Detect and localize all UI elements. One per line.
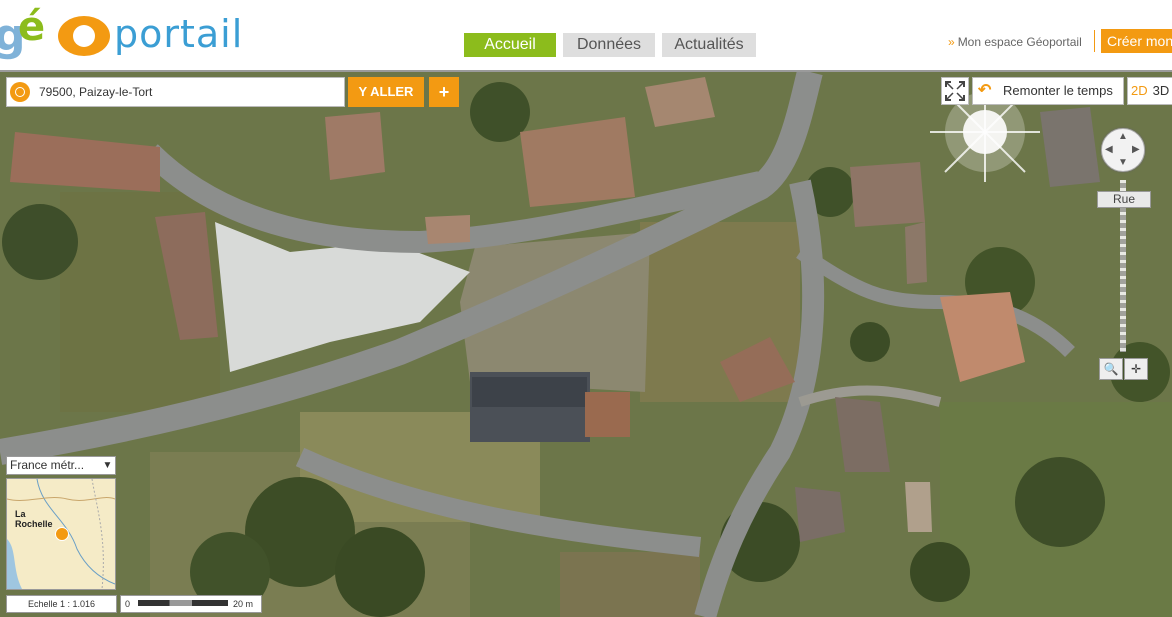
- search-input[interactable]: [37, 80, 341, 104]
- create-account-button[interactable]: Créer mon: [1101, 29, 1172, 53]
- tab-donnees[interactable]: Données: [563, 33, 655, 57]
- header-divider: [1094, 30, 1095, 52]
- mode-2d-button[interactable]: 2D: [1131, 83, 1148, 98]
- scale-bar: 0 20 m: [120, 595, 262, 613]
- header: g é portail Accueil Données Actualités »…: [0, 0, 1172, 72]
- territory-select[interactable]: France métr... ▼: [6, 456, 116, 475]
- chevron-down-icon: ▼: [102, 460, 113, 471]
- scale-zero: 0: [125, 599, 131, 609]
- pan-up-icon[interactable]: ▲: [1118, 131, 1128, 142]
- mon-espace-arrow: »: [948, 35, 955, 49]
- undo-icon: ↶: [978, 82, 992, 99]
- zoom-box-button[interactable]: 🔍: [1099, 358, 1123, 380]
- go-button[interactable]: Y ALLER: [348, 77, 424, 107]
- mode-3d-button[interactable]: 3D: [1153, 83, 1170, 98]
- overview-map[interactable]: La Rochelle: [6, 478, 116, 590]
- territory-value: France métr...: [10, 458, 85, 472]
- pan-control[interactable]: ▲ ▼ ◀ ▶: [1101, 128, 1145, 172]
- tab-actualites[interactable]: Actualités: [662, 33, 756, 57]
- mon-espace-link[interactable]: » Mon espace Géoportail: [948, 35, 1082, 49]
- plus-button[interactable]: +: [429, 77, 459, 107]
- aerial-imagery: [0, 72, 1172, 617]
- overview-city-label: La Rochelle: [15, 509, 53, 529]
- fullscreen-button[interactable]: [941, 77, 969, 105]
- locate-icon[interactable]: [10, 82, 30, 102]
- geoportail-logo[interactable]: g é portail: [0, 4, 244, 61]
- pan-right-icon[interactable]: ▶: [1132, 144, 1140, 155]
- remonter-le-temps-button[interactable]: ↶ Remonter le temps: [972, 77, 1124, 105]
- scale-ratio: Echelle 1 : 1.016: [6, 595, 117, 613]
- zoom-level-rue[interactable]: Rue: [1097, 191, 1151, 208]
- location-marker-icon: [55, 527, 69, 541]
- tab-accueil[interactable]: Accueil: [464, 33, 556, 57]
- pan-left-icon[interactable]: ◀: [1105, 144, 1113, 155]
- overview-city-line1: La: [15, 509, 26, 519]
- remonter-le-temps-label: Remonter le temps: [1003, 83, 1113, 98]
- mon-espace-label: Mon espace Géoportail: [957, 35, 1082, 49]
- overview-city-line2: Rochelle: [15, 519, 53, 529]
- logo-portail: portail: [114, 12, 244, 56]
- logo-e: é: [18, 4, 46, 50]
- fullscreen-icon: [945, 81, 965, 101]
- scale-bar-graphic: [138, 600, 228, 606]
- aerial-map[interactable]: Y ALLER + ↶ Remonter le temps 2D 3D ▲ ▼ ◀…: [0, 72, 1172, 617]
- search-box[interactable]: [6, 77, 345, 107]
- view-mode-toggle[interactable]: 2D 3D: [1127, 77, 1172, 105]
- logo-o-shape: [58, 16, 110, 56]
- zoom-center-button[interactable]: ✛: [1124, 358, 1148, 380]
- pan-down-icon[interactable]: ▼: [1118, 157, 1128, 168]
- scale-length: 20 m: [233, 599, 254, 609]
